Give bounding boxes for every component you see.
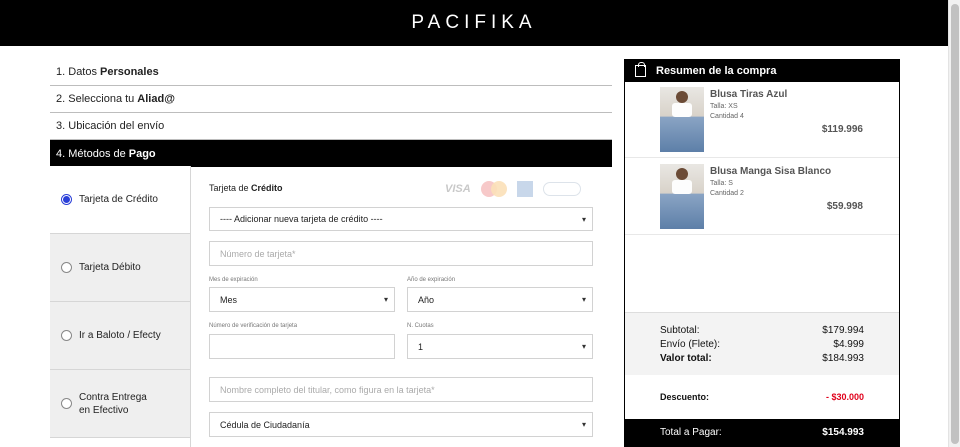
method-label: Ir a Baloto / Efecty xyxy=(79,330,161,341)
card-holder-input[interactable]: Nombre completo del titular, como figura… xyxy=(209,377,593,402)
diners-icon xyxy=(542,182,581,196)
credit-card-form: Tarjeta de Crédito VISA xyxy=(209,175,593,197)
header-bar: PACIFIKA xyxy=(0,0,948,46)
step-label-bold: Personales xyxy=(100,66,159,78)
order-summary: Resumen de la compra Blusa Tiras Azul Ta… xyxy=(624,59,900,447)
total-value-label: Valor total: xyxy=(660,353,712,364)
subtotal-row: Subtotal: $179.994 xyxy=(660,325,864,336)
discount-value: - $30.000 xyxy=(825,392,864,402)
radio-credit-card[interactable] xyxy=(61,194,72,205)
installments-value: 1 xyxy=(418,341,424,352)
exp-year-select[interactable]: Año xyxy=(407,287,593,312)
step-label: Selecciona tu xyxy=(68,93,135,105)
document-type-select[interactable]: Cédula de Ciudadanía xyxy=(209,412,593,437)
installments-select[interactable]: 1 xyxy=(407,334,593,359)
shipping-row: Envío (Flete): $4.999 xyxy=(660,339,864,350)
summary-item: Blusa Tiras Azul Talla: XS Cantidad 4 $1… xyxy=(625,82,899,158)
product-quantity: Cantidad 2 xyxy=(710,190,744,197)
product-size: Talla: XS xyxy=(710,103,738,110)
radio-cash-on-delivery[interactable] xyxy=(61,398,72,409)
summary-title: Resumen de la compra xyxy=(656,64,777,77)
product-image[interactable] xyxy=(660,164,704,229)
amex-icon xyxy=(516,181,533,197)
method-label: Contra Entrega en Efectivo xyxy=(79,391,147,416)
product-price: $119.996 xyxy=(821,124,863,135)
method-baloto-efecty[interactable]: Ir a Baloto / Efecty xyxy=(50,302,190,370)
product-image[interactable] xyxy=(660,87,704,152)
radio-debit-card[interactable] xyxy=(61,262,72,273)
method-label: Tarjeta de Crédito xyxy=(79,194,158,205)
cvv-label: Número de verificación de tarjeta xyxy=(209,323,298,329)
step-number: 2. xyxy=(56,93,66,105)
form-title-bold: Crédito xyxy=(251,183,283,193)
card-number-input[interactable]: Número de tarjeta* xyxy=(209,241,593,266)
vertical-divider xyxy=(190,166,191,447)
installments-label: N. Cuotas xyxy=(407,323,434,329)
exp-year-label: Año de expiración xyxy=(407,277,456,283)
summary-header: Resumen de la compra xyxy=(625,59,899,82)
total-value-row: Valor total: $184.993 xyxy=(660,353,864,364)
card-number-placeholder: Número de tarjeta* xyxy=(220,248,296,259)
mastercard-icon xyxy=(480,181,507,197)
total-value: $184.993 xyxy=(822,353,864,364)
total-to-pay-value: $154.993 xyxy=(822,427,864,438)
method-cash-on-delivery[interactable]: Contra Entrega en Efectivo xyxy=(50,370,190,438)
product-quantity: Cantidad 4 xyxy=(710,113,744,120)
discount-row: Descuento: - $30.000 xyxy=(625,375,899,419)
card-brand-logos: VISA xyxy=(445,181,581,197)
card-holder-placeholder: Nombre completo del titular, como figura… xyxy=(220,384,435,395)
discount-label: Descuento: xyxy=(660,392,710,402)
step-label: Métodos de xyxy=(68,147,126,160)
summary-totals: Subtotal: $179.994 Envío (Flete): $4.999… xyxy=(625,312,899,375)
visa-icon: VISA xyxy=(445,183,471,195)
scrollbar-thumb[interactable] xyxy=(951,4,959,444)
step-label: Datos xyxy=(68,66,97,78)
product-name[interactable]: Blusa Tiras Azul xyxy=(710,89,787,100)
shipping-label: Envío (Flete): xyxy=(660,339,721,350)
checkout-steps: 1. Datos Personales 2. Selecciona tu Aliad… xyxy=(50,59,612,167)
shopping-bag-icon xyxy=(635,61,646,77)
step-select-ally[interactable]: 2. Selecciona tu Aliad@ xyxy=(50,86,612,113)
method-debit-card[interactable]: Tarjeta Débito xyxy=(50,234,190,302)
exp-month-label: Mes de expiración xyxy=(209,277,258,283)
product-name[interactable]: Blusa Manga Sisa Blanco xyxy=(710,166,831,177)
document-type-value: Cédula de Ciudadanía xyxy=(220,419,310,430)
total-to-pay-label: Total a Pagar: xyxy=(660,427,722,438)
exp-month-value: Mes xyxy=(220,294,238,305)
step-personal-data[interactable]: 1. Datos Personales xyxy=(50,59,612,86)
step-number: 1. xyxy=(56,66,66,78)
subtotal-value: $179.994 xyxy=(822,325,864,336)
product-size: Talla: S xyxy=(710,180,733,187)
exp-month-select[interactable]: Mes xyxy=(209,287,395,312)
method-label: Tarjeta Débito xyxy=(79,262,141,273)
radio-baloto-efecty[interactable] xyxy=(61,330,72,341)
form-title-text: Tarjeta de xyxy=(209,183,249,193)
step-number: 4. xyxy=(56,147,66,160)
payment-method-list: Tarjeta de Crédito Tarjeta Débito Ir a B… xyxy=(50,166,190,447)
step-number: 3. xyxy=(56,120,66,132)
saved-card-select-value: ---- Adicionar nueva tarjeta de crédito … xyxy=(220,214,383,224)
total-to-pay-row: Total a Pagar: $154.993 xyxy=(625,419,899,447)
step-label-bold: Pago xyxy=(128,147,156,160)
method-credit-card[interactable]: Tarjeta de Crédito xyxy=(50,166,190,234)
subtotal-label: Subtotal: xyxy=(660,325,700,336)
brand-logo[interactable]: PACIFIKA xyxy=(411,12,536,34)
shipping-value: $4.999 xyxy=(833,339,864,350)
cvv-input[interactable] xyxy=(209,334,395,359)
product-price: $59.998 xyxy=(826,201,863,212)
summary-item: Blusa Manga Sisa Blanco Talla: S Cantida… xyxy=(625,159,899,235)
exp-year-value: Año xyxy=(418,294,435,305)
page-scrollbar[interactable] xyxy=(948,0,960,447)
step-shipping-location[interactable]: 3. Ubicación del envío xyxy=(50,113,612,140)
step-payment-methods[interactable]: 4. Métodos de Pago xyxy=(50,140,612,167)
step-label-bold: Aliad@ xyxy=(137,93,175,105)
saved-card-select[interactable]: ---- Adicionar nueva tarjeta de crédito … xyxy=(209,207,593,231)
step-label: Ubicación del envío xyxy=(68,120,165,132)
